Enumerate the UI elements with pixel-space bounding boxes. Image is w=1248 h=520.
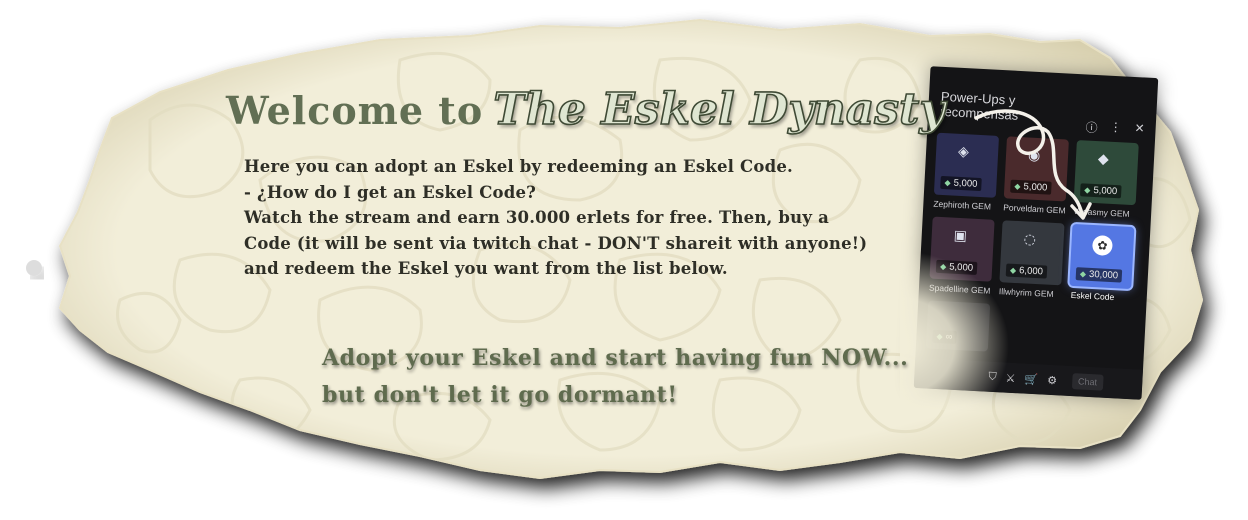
reward-tile-zephiroth[interactable]: ◈ ◆ 5,000 [933, 132, 1000, 198]
settings-icon[interactable]: ⚙ [1047, 373, 1058, 386]
channel-points-icon: ◆ [1009, 265, 1017, 276]
reward-name: Illwhyrim GEM [998, 286, 1054, 299]
brand-title: The Eskel Dynasty [492, 83, 945, 136]
call-to-action: Adopt your Eskel and start having fun NO… [322, 340, 908, 414]
channel-points-icon: ◆ [1079, 269, 1087, 279]
reward-tile-illwhyrim[interactable]: ◌ ◆ 6,000 [999, 220, 1065, 286]
cart-icon[interactable]: 🛒 [1024, 372, 1038, 386]
reward-name: Spadelline GEM [928, 282, 991, 296]
reward-name: Eskel Code [1070, 289, 1115, 303]
more-icon[interactable]: ⋮ [1109, 120, 1122, 138]
cta-line: but don't let it go dormant! [322, 382, 678, 408]
intro-line: - ¿How do I get an Eskel Code? [244, 182, 537, 202]
eskel-badge-icon: ✿ [1091, 234, 1113, 257]
reward-tile-porveldam[interactable]: ◉ ◆ 5,000 [1003, 136, 1069, 202]
gem-icon: ◈ [957, 143, 970, 161]
reward-cost: ◆ 5,000 [1079, 183, 1122, 199]
channel-points-icon: ◆ [936, 331, 943, 342]
page-title: Welcome to The Eskel Dynasty [226, 83, 946, 136]
rewards-panel: Power-Ups y recompensas ⓘ ⋮ ✕ ◈ ◆ 5,000 Z… [913, 66, 1159, 400]
channel-points-icon: ◆ [939, 262, 947, 272]
gem-icon: ◆ [1097, 151, 1110, 168]
shield-icon[interactable]: ⛉ [988, 370, 997, 384]
reward-cost: ◆ 5,000 [935, 259, 978, 275]
reward-cost: ◆ 6,000 [1005, 263, 1048, 279]
reward-name: Vadasmy GEM [1072, 205, 1130, 219]
rewards-panel-title: Power-Ups y recompensas [939, 88, 1019, 123]
intro-line: Code (it will be sent via twitch chat - … [244, 233, 868, 253]
sword-icon[interactable]: ⚔ [1005, 371, 1016, 384]
intro-text: Here you can adopt an Eskel by redeeming… [244, 154, 924, 282]
gem-icon: ◌ [1023, 231, 1037, 248]
rewards-panel-header-icons: ⓘ ⋮ ✕ [1085, 118, 1146, 138]
reward-tile-partial[interactable]: ◆ ∞ [925, 300, 991, 352]
reward-tile-spadelline[interactable]: ▣ ◆ 5,000 [929, 216, 995, 282]
intro-line: Watch the stream and earn 30.000 erlets … [244, 208, 829, 227]
intro-line: Here you can adopt an Eskel by redeeming… [244, 157, 793, 176]
close-icon[interactable]: ✕ [1133, 121, 1146, 139]
reward-cost: ◆ 5,000 [940, 175, 982, 192]
reward-name: Zephiroth GEM [933, 198, 992, 212]
reward-tile-vadasmy[interactable]: ◆ ◆ 5,000 [1073, 140, 1139, 206]
reward-name: Porveldam GEM [1003, 202, 1066, 216]
welcome-lead: Welcome to [226, 88, 484, 133]
gem-icon: ◉ [1027, 147, 1041, 165]
channel-points-icon: ◆ [1014, 181, 1021, 192]
reward-cost: ◆ ∞ [932, 329, 957, 344]
reward-cost: ◆ 5,000 [1010, 179, 1052, 195]
channel-points-icon: ◆ [1084, 185, 1091, 195]
chat-button[interactable]: Chat [1071, 373, 1104, 391]
reward-cost: ◆ 30,000 [1075, 267, 1123, 283]
intro-line: and redeem the Eskel you want from the l… [244, 259, 728, 278]
info-icon[interactable]: ⓘ [1085, 118, 1098, 136]
reward-tile-eskel-code[interactable]: ✿ ◆ 30,000 [1069, 223, 1135, 290]
gem-icon: ▣ [953, 227, 968, 245]
channel-points-icon: ◆ [944, 178, 951, 188]
cta-line: Adopt your Eskel and start having fun NO… [322, 345, 909, 371]
